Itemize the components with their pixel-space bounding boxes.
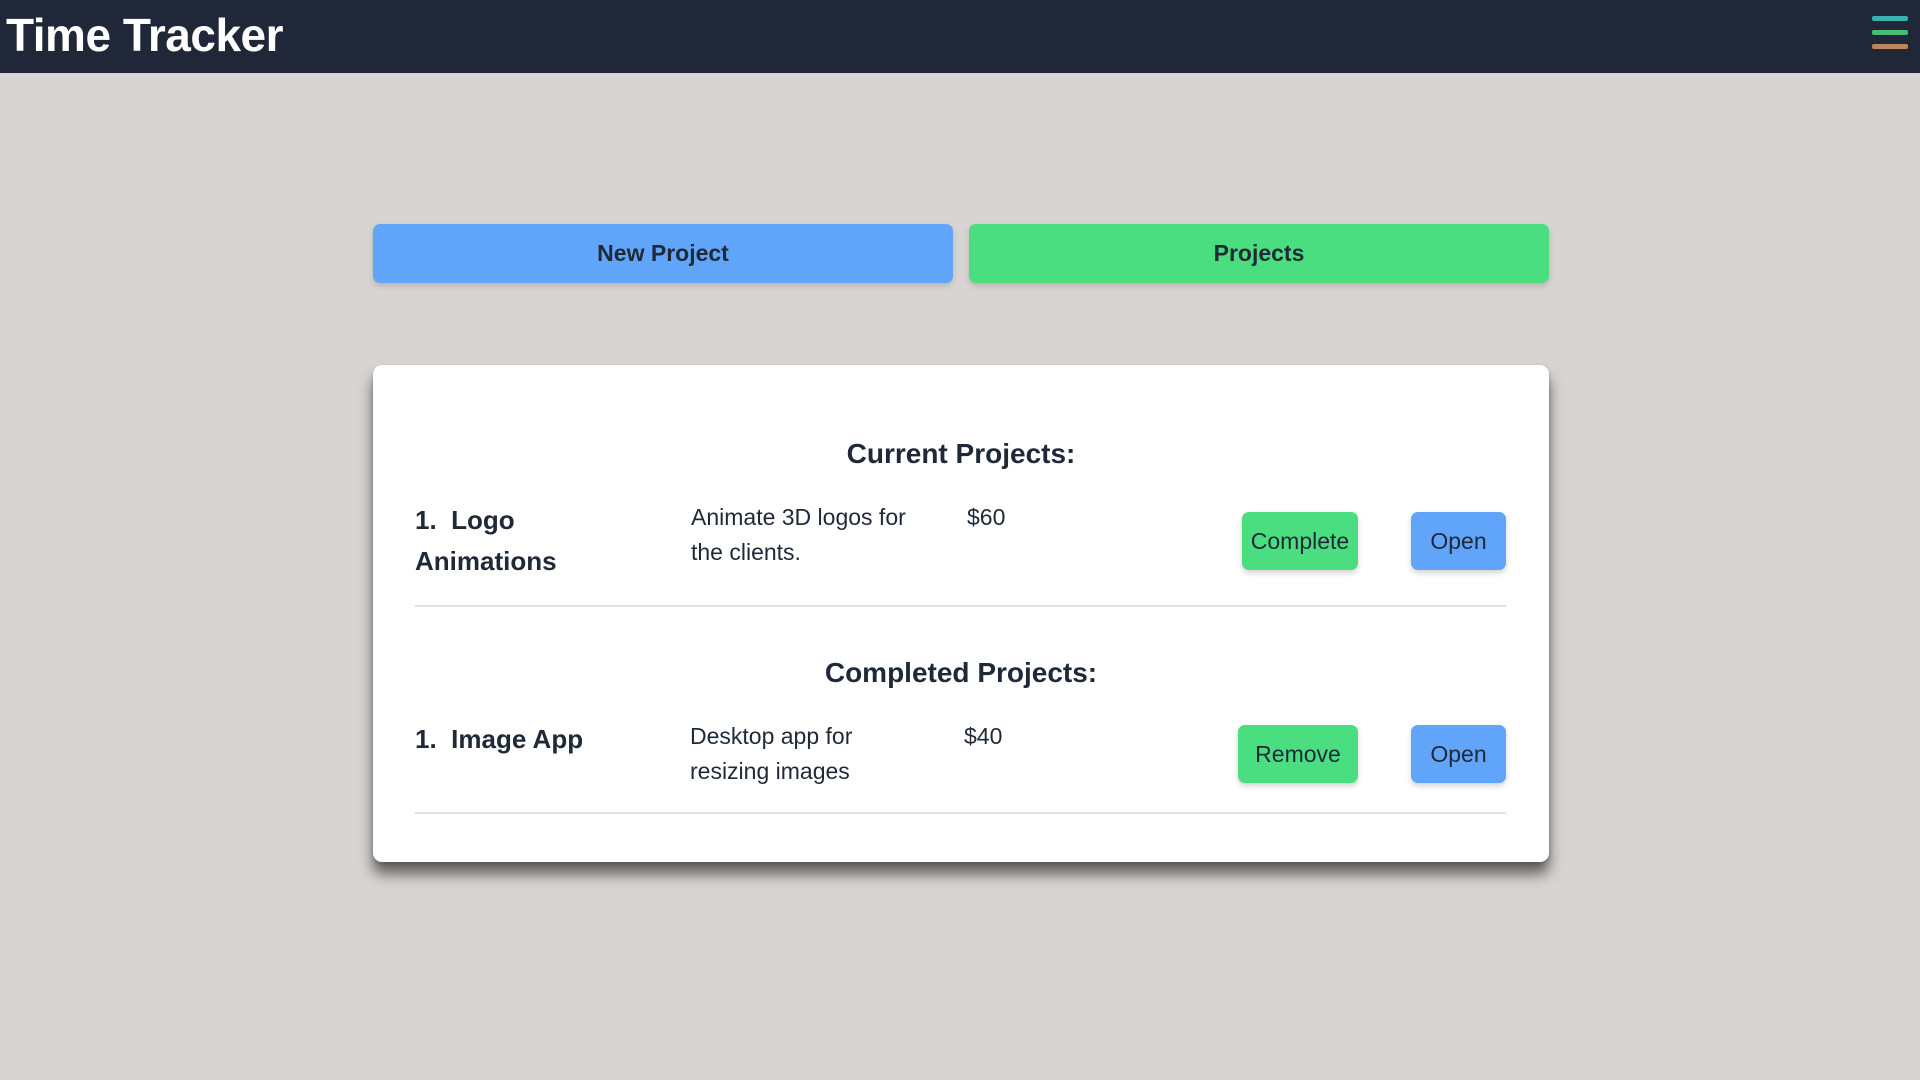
completed-projects-divider xyxy=(415,812,1506,814)
project-desc-line2: resizing images xyxy=(690,758,850,784)
completed-project-description: Desktop app for resizing images xyxy=(690,719,930,789)
top-navbar: Time Tracker xyxy=(0,0,1920,73)
project-name-line1: Logo xyxy=(451,505,515,535)
hamburger-menu-icon[interactable] xyxy=(1872,14,1908,52)
complete-button[interactable]: Complete xyxy=(1242,512,1358,570)
current-project-description: Animate 3D logos for the clients. xyxy=(691,500,931,570)
app-title: Time Tracker xyxy=(6,9,284,61)
completed-projects-heading: Completed Projects: xyxy=(824,657,1098,688)
project-name: Image App xyxy=(451,724,584,754)
current-projects-heading: Current Projects: xyxy=(846,438,1076,469)
current-project-name: 1. Logo Animations xyxy=(415,500,655,582)
project-desc-line1: Animate 3D logos for xyxy=(691,504,906,530)
project-name-line2: Animations xyxy=(415,546,557,576)
project-number: 1. xyxy=(415,724,437,754)
menu-bar-1 xyxy=(1872,16,1908,21)
menu-bar-2 xyxy=(1872,30,1908,35)
open-current-project-button[interactable]: Open xyxy=(1411,512,1506,570)
menu-bar-3 xyxy=(1872,44,1908,49)
project-number: 1. xyxy=(415,505,437,535)
project-desc-line1: Desktop app for xyxy=(690,723,853,749)
remove-button[interactable]: Remove xyxy=(1238,725,1358,783)
new-project-button[interactable]: New Project xyxy=(373,224,953,283)
projects-button[interactable]: Projects xyxy=(969,224,1549,283)
current-project-price: $60 xyxy=(967,504,1006,530)
projects-card: Current Projects: 1. Logo Animations Ani… xyxy=(373,365,1549,862)
project-desc-line2: the clients. xyxy=(691,539,801,565)
open-completed-project-button[interactable]: Open xyxy=(1411,725,1506,783)
current-projects-divider xyxy=(415,605,1506,607)
completed-project-name: 1. Image App xyxy=(415,719,655,760)
completed-project-price: $40 xyxy=(964,723,1003,749)
